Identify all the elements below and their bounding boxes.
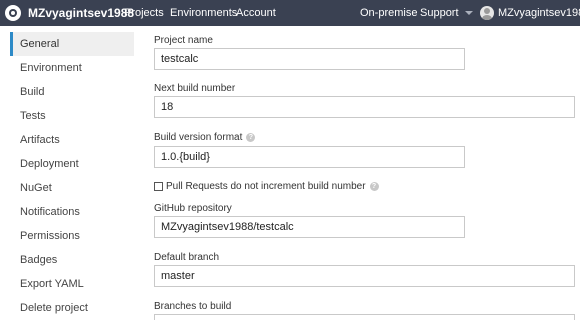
pull-requests-checkbox[interactable]: [154, 181, 163, 191]
question-circle-icon[interactable]: ?: [369, 181, 379, 191]
brand-link[interactable]: MZvyagintsev1988: [5, 4, 134, 22]
sidebar-item-permissions[interactable]: Permissions: [10, 224, 134, 248]
nav-projects[interactable]: Projects: [124, 0, 164, 26]
build-version-format-label: Build version format?: [154, 132, 256, 143]
sidebar-item-build[interactable]: Build: [10, 80, 134, 104]
sidebar-item-delete-project[interactable]: Delete project: [10, 296, 134, 320]
user-avatar-icon: [480, 6, 494, 20]
nav-support[interactable]: Support: [420, 0, 473, 26]
nav-support-label: Support: [420, 7, 459, 19]
github-repository-label: GitHub repository: [154, 203, 232, 214]
pull-requests-checkbox-label[interactable]: Pull Requests do not increment build num…: [166, 181, 366, 192]
sidebar-item-export-yaml[interactable]: Export YAML: [10, 272, 134, 296]
sidebar-item-badges[interactable]: Badges: [10, 248, 134, 272]
top-navbar: MZvyagintsev1988 Projects Environments A…: [0, 0, 580, 26]
sidebar-item-notifications[interactable]: Notifications: [10, 200, 134, 224]
brand-name: MZvyagintsev1988: [28, 6, 135, 20]
default-branch-input[interactable]: [154, 265, 575, 287]
sidebar-item-environment[interactable]: Environment: [10, 56, 134, 80]
pull-requests-option: Pull Requests do not increment build num…: [154, 180, 379, 192]
branches-to-build-input[interactable]: [154, 314, 575, 320]
user-name: MZvyagintsev1988: [498, 7, 580, 19]
next-build-number-label: Next build number: [154, 83, 236, 94]
settings-sidebar: General Environment Build Tests Artifact…: [0, 26, 140, 320]
sidebar-item-deployment[interactable]: Deployment: [10, 152, 134, 176]
sidebar-item-general[interactable]: General: [10, 32, 134, 56]
nav-on-premise[interactable]: On-premise: [360, 0, 417, 26]
sidebar-item-nuget[interactable]: NuGet: [10, 176, 134, 200]
project-name-input[interactable]: [154, 48, 465, 70]
nav-environments[interactable]: Environments: [170, 0, 237, 26]
build-version-format-input[interactable]: [154, 146, 465, 168]
caret-down-icon: [464, 11, 473, 16]
project-name-label: Project name: [154, 35, 213, 46]
sidebar-item-artifacts[interactable]: Artifacts: [10, 128, 134, 152]
default-branch-label: Default branch: [154, 252, 220, 263]
build-version-format-label-text: Build version format: [154, 132, 243, 143]
general-settings-form: Project name Next build number Build ver…: [154, 26, 580, 320]
user-menu[interactable]: MZvyagintsev1988: [480, 0, 580, 26]
question-circle-icon[interactable]: ?: [246, 132, 256, 142]
sidebar-item-tests[interactable]: Tests: [10, 104, 134, 128]
next-build-number-input[interactable]: [154, 96, 575, 118]
nav-account[interactable]: Account: [236, 0, 276, 26]
branches-to-build-label: Branches to build: [154, 301, 232, 312]
appveyor-logo-icon: [5, 5, 21, 21]
github-repository-input[interactable]: [154, 216, 465, 238]
